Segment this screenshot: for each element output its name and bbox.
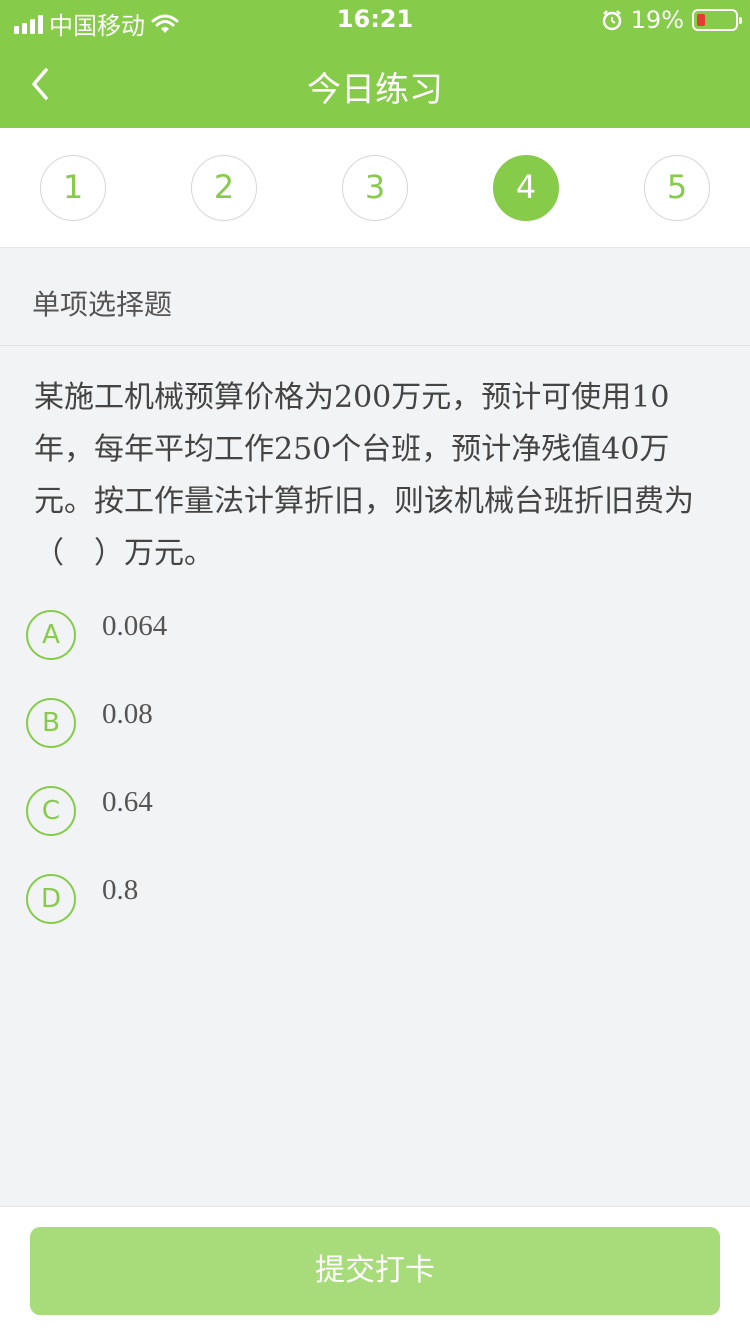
footer: 提交打卡 [0, 1206, 750, 1334]
option-key: A [26, 610, 76, 660]
page-title: 今日练习 [307, 70, 443, 110]
option-text: 0.8 [102, 874, 139, 906]
question-type: 单项选择题 [32, 288, 173, 321]
nav-bar: 今日练习 [0, 40, 750, 128]
option-text: 0.08 [102, 698, 153, 730]
battery-level [697, 14, 705, 26]
option-text: 0.064 [102, 610, 168, 642]
header: 中国移动 16:21 19% 今日练习 [0, 0, 750, 128]
question-stepper: 1 2 3 4 5 [0, 128, 750, 248]
option-c[interactable]: C 0.64 [26, 786, 726, 842]
step-2[interactable]: 2 [191, 155, 257, 221]
question-text: 某施工机械预算价格为200万元，预计可使用10年，每年平均工作250个台班，预计… [34, 380, 694, 571]
question-type-bar: 单项选择题 [0, 249, 750, 346]
status-right: 19% [601, 6, 742, 34]
option-key: C [26, 786, 76, 836]
step-5[interactable]: 5 [644, 155, 710, 221]
chevron-left-icon [32, 68, 48, 100]
option-key: D [26, 874, 76, 924]
alarm-icon [602, 10, 621, 31]
option-d[interactable]: D 0.8 [26, 874, 726, 930]
battery-percent: 19% [630, 6, 684, 34]
submit-checkin-button[interactable]: 提交打卡 [30, 1227, 720, 1315]
option-b[interactable]: B 0.08 [26, 698, 726, 754]
battery-icon [692, 9, 742, 31]
option-text: 0.64 [102, 786, 153, 818]
option-key: B [26, 698, 76, 748]
status-bar: 中国移动 16:21 19% [0, 0, 750, 40]
option-a[interactable]: A 0.064 [26, 610, 726, 666]
step-4[interactable]: 4 [493, 155, 559, 221]
step-1[interactable]: 1 [40, 155, 106, 221]
back-button[interactable] [22, 60, 66, 108]
step-3[interactable]: 3 [342, 155, 408, 221]
